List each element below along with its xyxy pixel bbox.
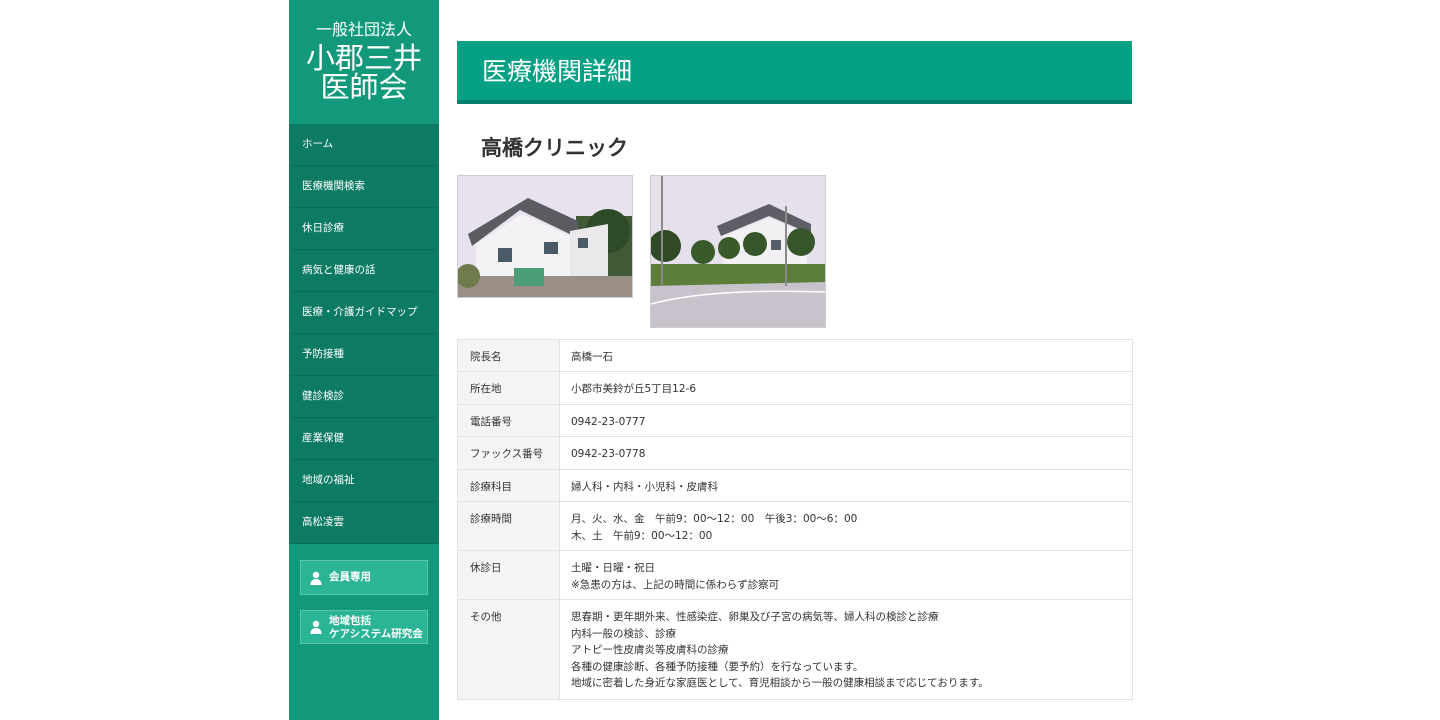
nav-item-home[interactable]: ホーム [289, 124, 439, 166]
community-care-label: 地域包括 ケアシステム研究会 [329, 615, 423, 641]
fax-label: ファックス番号 [457, 436, 560, 470]
page-title: 医療機関詳細 [482, 57, 633, 86]
table-row: 診療時間 月、火、水、金 午前9：00〜12：00 午後3：00〜6：00 木、… [457, 501, 1133, 551]
site-logo[interactable]: 一般社団法人 小郡三井 医師会 [289, 0, 439, 124]
user-icon [310, 571, 322, 585]
table-row: 診療科目 婦人科・内科・小児科・皮膚科 [457, 469, 1133, 502]
logo-line2: 医師会 [320, 70, 408, 104]
table-row: 休診日 土曜・日曜・祝日 ※急患の方は、上記の時間に係わらず診察可 [457, 550, 1133, 600]
sidebar-nav: ホーム 医療機関検索 休日診療 病気と健康の話 医療・介護ガイドマップ 予防接種… [289, 124, 439, 544]
member-only-button[interactable]: 会員専用 [300, 560, 428, 595]
user-icon [310, 620, 322, 634]
other-line: 思春期・更年期外来、性感染症、卵巣及び子宮の病気等、婦人科の検診と診療 [571, 611, 939, 623]
hours-label: 診療時間 [457, 501, 560, 551]
nav-item-vaccination[interactable]: 予防接種 [289, 334, 439, 376]
nav-item-checkup[interactable]: 健診検診 [289, 376, 439, 418]
clinic-photo-street [650, 175, 826, 328]
page-banner: 医療機関詳細 [457, 41, 1132, 104]
departments-label: 診療科目 [457, 469, 560, 502]
nav-item-occupational-health[interactable]: 産業保健 [289, 418, 439, 460]
other-line: アトピー性皮膚炎等皮膚科の診療 [571, 644, 729, 656]
other-line: 各種の健康診断、各種予防接種（要予約）を行なっています。 [571, 660, 864, 673]
holiday-label: 休診日 [457, 550, 560, 600]
table-row: 電話番号 0942-23-0777 [457, 404, 1133, 437]
nav-item-clinic-search[interactable]: 医療機関検索 [289, 166, 439, 208]
nav-item-takamatsu[interactable]: 高松凌雲 [289, 502, 439, 544]
community-care-button[interactable]: 地域包括 ケアシステム研究会 [300, 610, 428, 644]
phone-label: 電話番号 [457, 404, 560, 437]
community-care-line1: 地域包括 [329, 615, 371, 627]
holiday-line: 土曜・日曜・祝日 [571, 562, 655, 574]
table-row: 院長名 高橋一石 [457, 339, 1133, 372]
logo-org: 一般社団法人 [315, 20, 412, 39]
table-row: ファックス番号 0942-23-0778 [457, 436, 1133, 470]
member-only-label: 会員専用 [329, 571, 371, 583]
departments-value: 婦人科・内科・小児科・皮膚科 [559, 469, 1133, 502]
hours-line: 月、火、水、金 午前9：00〜12：00 午後3：00〜6：00 [571, 513, 858, 525]
hours-value: 月、火、水、金 午前9：00〜12：00 午後3：00〜6：00 木、土 午前9… [559, 501, 1133, 551]
clinic-name: 高橋クリニック [481, 136, 628, 160]
nav-item-health-talk[interactable]: 病気と健康の話 [289, 250, 439, 292]
fax-value: 0942-23-0778 [559, 436, 1133, 470]
sidebar: 一般社団法人 小郡三井 医師会 ホーム 医療機関検索 休日診療 病気と健康の話 … [289, 0, 439, 720]
phone-value: 0942-23-0777 [559, 404, 1133, 437]
holiday-line: ※急患の方は、上記の時間に係わらず診察可 [571, 578, 780, 591]
clinic-details-table: 院長名 高橋一石 所在地 小郡市美鈴が丘5丁目12-6 電話番号 0942-23… [457, 339, 1133, 700]
community-care-line2: ケアシステム研究会 [329, 628, 423, 640]
other-value: 思春期・更年期外来、性感染症、卵巣及び子宮の病気等、婦人科の検診と診療 内科一般… [559, 599, 1133, 700]
director-value: 高橋一石 [559, 339, 1133, 372]
hours-line: 木、土 午前9：00〜12：00 [571, 529, 713, 542]
holiday-value: 土曜・日曜・祝日 ※急患の方は、上記の時間に係わらず診察可 [559, 550, 1133, 600]
clinic-photo-front [457, 175, 633, 298]
nav-item-guide-map[interactable]: 医療・介護ガイドマップ [289, 292, 439, 334]
nav-item-welfare[interactable]: 地域の福祉 [289, 460, 439, 502]
other-line: 地域に密着した身近な家庭医として、育児相談から一般の健康相談まで応じております。 [571, 677, 989, 689]
nav-item-holiday-care[interactable]: 休日診療 [289, 208, 439, 250]
other-label: その他 [457, 599, 560, 700]
address-value: 小郡市美鈴が丘5丁目12-6 [559, 371, 1133, 405]
table-row: その他 思春期・更年期外来、性感染症、卵巣及び子宮の病気等、婦人科の検診と診療 … [457, 599, 1133, 700]
director-label: 院長名 [457, 339, 560, 372]
table-row: 所在地 小郡市美鈴が丘5丁目12-6 [457, 371, 1133, 405]
address-label: 所在地 [457, 371, 560, 405]
other-line: 内科一般の検診、診療 [571, 627, 676, 640]
